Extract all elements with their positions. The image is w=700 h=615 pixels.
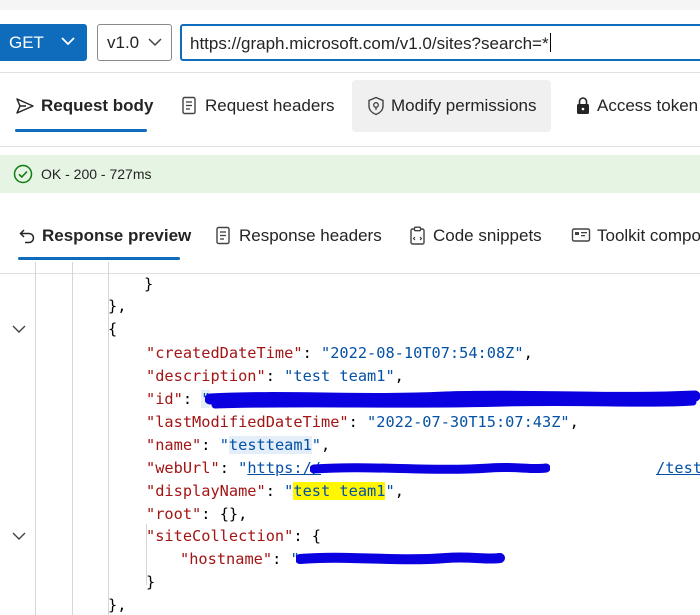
json-line-created: "createdDateTime": "2022-08-10T07:54:08Z…	[146, 344, 533, 362]
json-line-sitecollection: "siteCollection": {	[146, 527, 321, 545]
tab-response-preview[interactable]: Response preview	[18, 226, 191, 246]
check-circle-icon	[13, 164, 33, 184]
tab-toolkit-component[interactable]: Toolkit component	[571, 226, 700, 246]
send-icon	[16, 98, 34, 114]
indent-guide	[72, 262, 73, 615]
chevron-down-icon	[61, 37, 75, 46]
tab-access-token[interactable]: Access token	[575, 96, 698, 116]
response-status-bar: OK - 200 - 727ms	[0, 155, 700, 193]
request-url-value: https://graph.microsoft.com/v1.0/sites?s…	[190, 33, 551, 53]
tab-request-body[interactable]: Request body	[15, 96, 153, 116]
clipboard-icon	[410, 226, 425, 245]
redaction-mark	[205, 390, 700, 409]
tab-active-indicator	[15, 129, 147, 132]
json-line-root: "root": {},	[146, 505, 248, 523]
chevron-down-icon	[148, 38, 162, 47]
json-line-id: "id": "	[146, 390, 211, 408]
api-version-label: v1.0	[107, 32, 140, 52]
http-method-dropdown[interactable]: GET	[0, 24, 87, 61]
tab-modify-permissions[interactable]: Modify permissions	[367, 96, 537, 116]
json-line: {	[108, 320, 118, 338]
api-version-dropdown[interactable]: v1.0	[97, 24, 172, 61]
json-line-displayname: "displayName": "test team1",	[146, 482, 404, 500]
text-caret	[549, 33, 551, 52]
response-json-viewer[interactable]: } }, { "createdDateTime": "2022-08-10T07…	[0, 262, 700, 615]
document-icon	[182, 96, 196, 115]
redaction-mark	[296, 552, 505, 565]
json-line: }	[144, 275, 154, 293]
tab-active-indicator	[18, 257, 180, 260]
document-icon	[216, 226, 230, 245]
chevron-down-icon[interactable]	[11, 528, 27, 544]
top-strip	[0, 0, 700, 10]
http-method-label: GET	[9, 32, 44, 52]
status-text: OK - 200 - 727ms	[41, 166, 152, 182]
divider	[0, 72, 700, 73]
undo-arrow-icon	[19, 229, 35, 244]
tab-response-headers[interactable]: Response headers	[215, 226, 382, 246]
redaction-mark	[310, 462, 550, 474]
json-line: },	[108, 596, 127, 614]
toolkit-icon	[571, 228, 591, 242]
tab-request-headers[interactable]: Request headers	[181, 96, 334, 116]
indent-guide	[35, 262, 36, 615]
chevron-down-icon[interactable]	[11, 321, 27, 337]
divider	[0, 146, 700, 147]
lock-icon	[577, 97, 589, 114]
shield-icon	[368, 96, 384, 116]
json-line-name: "name": "testteam1",	[146, 436, 331, 454]
tab-code-snippets[interactable]: Code snippets	[409, 226, 542, 246]
json-line: },	[108, 297, 127, 315]
json-line: }	[146, 573, 156, 591]
